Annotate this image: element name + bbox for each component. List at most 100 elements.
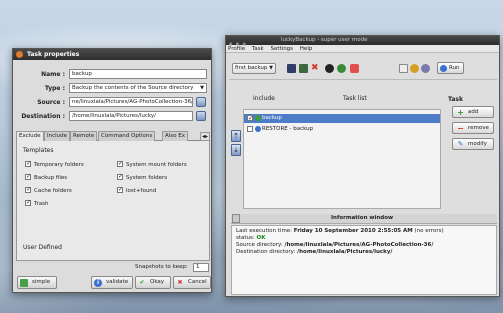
last-execution-suffix: (no errors)	[414, 228, 444, 234]
profile-select-value: first backup	[235, 65, 268, 71]
app-icon	[16, 51, 23, 58]
checkbox-label: System folders	[126, 175, 168, 181]
window-controls-icon[interactable]: ● ● ●	[229, 39, 247, 48]
destination-input[interactable]: /home/linuxlala/Pictures/lucky/	[69, 111, 193, 121]
checkbox-label: Temporary folders	[34, 162, 84, 168]
modify-task-button[interactable]: ✎ modify	[452, 138, 494, 150]
information-toggle-button[interactable]	[232, 214, 240, 223]
refresh-icon[interactable]	[299, 64, 308, 73]
record-icon[interactable]	[325, 64, 334, 73]
task-status-ok-icon	[255, 115, 261, 121]
tab-include[interactable]: Include	[44, 131, 71, 141]
okay-button[interactable]: ✔ Okay	[135, 276, 171, 289]
checkbox-trash[interactable]: Trash	[25, 199, 49, 207]
cancel-button[interactable]: ✖ Cancel	[173, 276, 211, 289]
profile-select[interactable]: first backup ▼	[232, 63, 276, 74]
task-list-title: Task list	[343, 95, 367, 102]
restore-icon[interactable]	[410, 64, 419, 73]
dialog-titlebar[interactable]: Task properties	[13, 49, 211, 60]
pencil-icon: ✎	[457, 140, 464, 148]
checkbox-system-folders[interactable]: System folders	[117, 173, 168, 181]
task-label: backup	[262, 115, 282, 121]
task-row-restore[interactable]: RESTORE - backup	[244, 125, 440, 134]
checkmark-icon: ✔	[139, 279, 145, 286]
checkbox-label: lost+found	[126, 188, 157, 194]
validate-button[interactable]: i validate	[91, 276, 133, 289]
remove-button-label: remove	[468, 125, 489, 131]
checkbox-label: System mount folders	[126, 162, 187, 168]
checkbox-backup-files[interactable]: Backup files	[25, 173, 67, 181]
tab-exclude[interactable]: Exclude	[16, 131, 44, 141]
task-include-checkbox[interactable]	[247, 114, 253, 123]
destination-directory-label: Destination directory:	[236, 249, 296, 255]
information-window-title: Information window	[331, 215, 394, 221]
source-label: Source :	[37, 99, 65, 106]
name-input[interactable]: backup	[69, 69, 207, 79]
remove-task-button[interactable]: − remove	[452, 122, 494, 134]
move-down-button[interactable]: ⇣	[231, 144, 241, 156]
simple-button[interactable]: simple	[17, 276, 57, 289]
type-select[interactable]: Backup the contents of the Source direct…	[69, 83, 207, 93]
simple-mode-icon	[20, 279, 28, 287]
status-label: status:	[236, 235, 255, 241]
settings-icon[interactable]	[421, 64, 430, 73]
checkbox-label: Cache folders	[34, 188, 72, 194]
checkbox-icon	[117, 186, 123, 193]
browse-source-button[interactable]	[196, 97, 206, 107]
source-directory-label: Source directory:	[236, 242, 283, 248]
checkbox-system-mount-folders[interactable]: System mount folders	[117, 160, 187, 168]
menubar: Profile Task Settings Help	[226, 45, 499, 53]
task-row-backup[interactable]: backup	[244, 114, 440, 123]
source-input[interactable]: ne/linuxlala/Pictures/AG-PhotoCollection…	[69, 97, 193, 107]
checkbox-icon	[25, 160, 31, 167]
options-tabs: Exclude Include Remote Command Options A…	[16, 131, 210, 141]
destination-directory-value: /home/linuxlala/Pictures/lucky/	[297, 249, 393, 255]
main-titlebar[interactable]: ● ● ● luckyBackup - super user mode	[226, 36, 499, 48]
save-icon[interactable]	[287, 64, 296, 73]
menu-settings[interactable]: Settings	[270, 46, 293, 52]
main-window-title: luckyBackup - super user mode	[281, 37, 368, 43]
tab-scroll-arrows-icon[interactable]: ◂▸	[200, 132, 210, 141]
checkbox-temporary-folders[interactable]: Temporary folders	[25, 160, 84, 168]
okay-button-label: Okay	[150, 279, 165, 285]
add-task-button[interactable]: + add	[452, 106, 494, 118]
cancel-x-icon: ✖	[177, 279, 183, 286]
run-icon	[440, 65, 447, 72]
modify-button-label: modify	[468, 141, 487, 147]
tab-also-execute[interactable]: Also Ex	[162, 131, 188, 141]
checkbox-icon	[25, 173, 31, 180]
type-select-value: Backup the contents of the Source direct…	[72, 85, 194, 91]
templates-label: Templates	[23, 147, 54, 154]
tab-command-options[interactable]: Command Options	[98, 131, 156, 141]
task-options-icon[interactable]	[399, 64, 408, 73]
last-execution-label: Last execution time:	[236, 228, 293, 234]
menu-task[interactable]: Task	[252, 46, 264, 52]
run-button[interactable]: Run	[437, 62, 464, 74]
toolbar: first backup ▼ ✖ Run	[229, 58, 497, 80]
type-label: Type :	[44, 85, 65, 92]
move-up-button[interactable]: ⇡	[231, 130, 241, 142]
destination-label: Destination :	[21, 113, 65, 120]
cancel-button-label: Cancel	[188, 279, 207, 285]
checkbox-icon	[25, 186, 31, 193]
destination-directory-line: Destination directory: /home/linuxlala/P…	[236, 249, 492, 256]
task-include-checkbox[interactable]	[247, 126, 253, 132]
task-label: RESTORE - backup	[262, 126, 314, 132]
info-icon: i	[94, 279, 102, 287]
email-icon[interactable]	[350, 64, 359, 73]
schedule-icon[interactable]	[337, 64, 346, 73]
last-execution-line: Last execution time: Friday 10 September…	[236, 228, 492, 235]
source-directory-value: /home/linuxlala/Pictures/AG-PhotoCollect…	[284, 242, 434, 248]
menu-help[interactable]: Help	[300, 46, 313, 52]
status-line: status: OK	[236, 235, 492, 242]
checkbox-icon	[117, 160, 123, 167]
task-properties-dialog: Task properties Name : backup Type : Bac…	[12, 48, 212, 293]
tab-remote[interactable]: Remote	[70, 131, 98, 141]
snapshots-spinbox[interactable]: 1	[193, 263, 209, 272]
checkbox-cache-folders[interactable]: Cache folders	[25, 186, 72, 194]
name-row: Name : backup	[13, 69, 213, 80]
checkbox-lost-found[interactable]: lost+found	[117, 186, 157, 194]
browse-destination-button[interactable]	[196, 111, 206, 121]
delete-icon[interactable]: ✖	[311, 64, 320, 73]
user-defined-label: User Defined	[23, 244, 62, 251]
